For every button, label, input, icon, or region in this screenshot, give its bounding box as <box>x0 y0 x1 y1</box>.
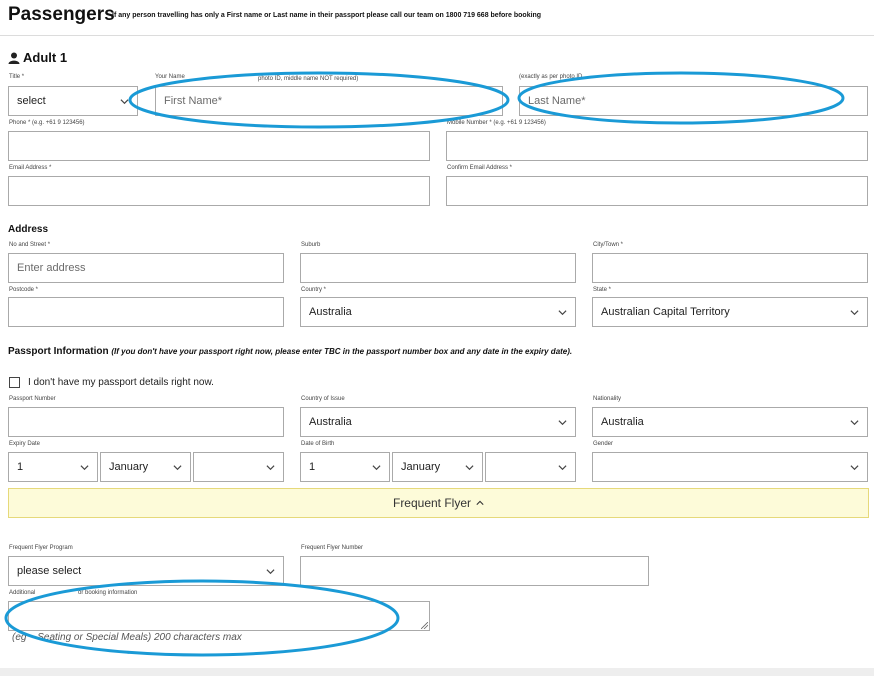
chevron-down-icon <box>120 98 129 104</box>
resize-handle-icon <box>421 622 428 629</box>
divider <box>0 35 874 36</box>
postcode-label: Postcode * <box>9 287 39 293</box>
dob-day-value: 1 <box>309 461 316 473</box>
ff-program-select[interactable]: please select <box>8 556 284 586</box>
street-input[interactable]: Enter address <box>8 253 284 283</box>
title-select-value: select <box>17 95 46 107</box>
phone-label: Phone * (e.g. +61 9 123456) <box>9 120 85 126</box>
no-passport-label: I don't have my passport details right n… <box>28 377 214 388</box>
last-name-label: (exactly as per photo ID <box>519 74 583 80</box>
confirm-email-label: Confirm Email Address * <box>447 165 513 171</box>
mobile-label: Mobile Number * (e.g. +61 9 123456) <box>447 120 546 126</box>
dob-month-select[interactable]: January <box>392 452 483 482</box>
chevron-down-icon <box>558 419 567 425</box>
name-label: Your Name <box>155 74 185 80</box>
page-footer-strip <box>0 668 874 676</box>
no-passport-checkbox[interactable] <box>9 377 20 388</box>
passenger-heading: Adult 1 <box>8 50 67 65</box>
dob-month-value: January <box>401 461 441 473</box>
chevron-down-icon <box>558 464 567 470</box>
additional-info-label-extra: or booking information <box>78 590 138 596</box>
nationality-label: Nationality <box>593 396 622 402</box>
chevron-down-icon <box>850 419 859 425</box>
country-of-issue-label: Country of Issue <box>301 396 345 402</box>
ff-number-input[interactable] <box>300 556 649 586</box>
chevron-down-icon <box>173 464 182 470</box>
state-select-value: Australian Capital Territory <box>601 306 730 318</box>
phone-input[interactable] <box>8 131 430 161</box>
dob-year-select[interactable] <box>485 452 576 482</box>
gender-label: Gender <box>593 441 614 447</box>
suburb-label: Suburb <box>301 242 321 248</box>
page-title: Passengers <box>8 4 115 25</box>
gender-select[interactable] <box>592 452 868 482</box>
title-label: Title * <box>9 74 25 80</box>
expiry-day-value: 1 <box>17 461 24 473</box>
passport-number-label: Passport Number <box>9 396 56 402</box>
passport-note: (If you don't have your passport right n… <box>111 347 573 356</box>
country-label: Country * <box>301 287 327 293</box>
country-of-issue-value: Australia <box>309 416 352 428</box>
chevron-down-icon <box>558 309 567 315</box>
passport-heading-label: Passport Information <box>8 346 109 357</box>
title-select[interactable]: select <box>8 86 138 116</box>
chevron-down-icon <box>850 309 859 315</box>
expiry-month-value: January <box>109 461 149 473</box>
country-select[interactable]: Australia <box>300 297 576 327</box>
chevron-down-icon <box>80 464 89 470</box>
help-text-right: Seating or Special Meals) 200 characters… <box>37 632 242 643</box>
email-input[interactable] <box>8 176 430 206</box>
chevron-down-icon <box>850 464 859 470</box>
ff-program-label: Frequent Flyer Program <box>9 545 73 551</box>
chevron-up-icon <box>476 500 484 505</box>
chevron-down-icon <box>372 464 381 470</box>
city-label: City/Town * <box>593 242 624 248</box>
dob-day-select[interactable]: 1 <box>300 452 390 482</box>
postcode-input[interactable] <box>8 297 284 327</box>
passport-heading: Passport Information (If you don't have … <box>8 346 572 357</box>
frequent-flyer-toggle-label: Frequent Flyer <box>392 496 472 510</box>
dob-label: Date of Birth <box>301 441 335 447</box>
name-label-extra: photo ID, middle name NOT required) <box>258 76 359 82</box>
street-label: No and Street * <box>9 242 51 248</box>
address-heading: Address <box>8 224 49 235</box>
help-text-left: (eg <box>12 632 27 643</box>
person-icon <box>8 52 20 64</box>
additional-info-textarea[interactable] <box>8 601 430 631</box>
nationality-value: Australia <box>601 416 644 428</box>
last-name-input[interactable]: Last Name* <box>519 86 868 116</box>
chevron-down-icon <box>266 568 275 574</box>
city-input[interactable] <box>592 253 868 283</box>
chevron-down-icon <box>266 464 275 470</box>
name-notice: If any person travelling has only a Firs… <box>112 12 542 19</box>
confirm-email-input[interactable] <box>446 176 868 206</box>
email-label: Email Address * <box>9 165 52 171</box>
passenger-heading-label: Adult 1 <box>23 50 68 65</box>
passport-number-input[interactable] <box>8 407 284 437</box>
chevron-down-icon <box>465 464 474 470</box>
expiry-date-label: Expiry Date <box>9 441 41 447</box>
expiry-year-select[interactable] <box>193 452 284 482</box>
expiry-day-select[interactable]: 1 <box>8 452 98 482</box>
suburb-input[interactable] <box>300 253 576 283</box>
additional-info-label: Additional <box>9 590 36 596</box>
expiry-month-select[interactable]: January <box>100 452 191 482</box>
ff-number-label: Frequent Flyer Number <box>301 545 364 551</box>
additional-info-help: (eg Seating or Special Meals) 200 charac… <box>12 632 242 643</box>
state-select[interactable]: Australian Capital Territory <box>592 297 868 327</box>
first-name-input[interactable]: First Name* <box>155 86 503 116</box>
state-label: State * <box>593 287 612 293</box>
ff-program-value: please select <box>17 565 82 577</box>
country-of-issue-select[interactable]: Australia <box>300 407 576 437</box>
mobile-input[interactable] <box>446 131 868 161</box>
nationality-select[interactable]: Australia <box>592 407 868 437</box>
country-select-value: Australia <box>309 306 352 318</box>
frequent-flyer-toggle[interactable]: Frequent Flyer <box>8 488 869 518</box>
